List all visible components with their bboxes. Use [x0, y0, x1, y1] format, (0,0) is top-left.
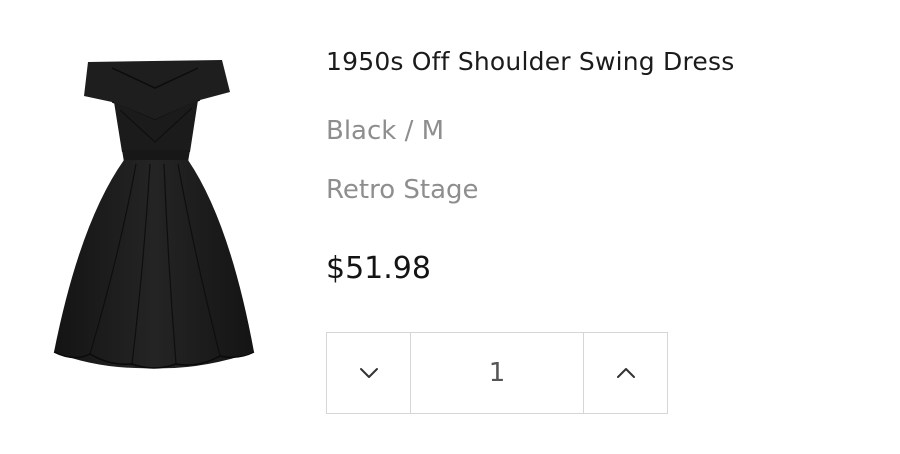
product-variant: Black / M: [326, 116, 445, 146]
increase-quantity-button[interactable]: [583, 333, 667, 413]
quantity-stepper: 1: [326, 332, 668, 414]
product-title: 1950s Off Shoulder Swing Dress: [326, 47, 735, 76]
product-price: $51.98: [326, 251, 431, 286]
dress-image: [53, 60, 255, 369]
decrease-quantity-button[interactable]: [327, 333, 411, 413]
product-image: [40, 52, 270, 382]
chevron-up-icon: [616, 368, 635, 378]
chevron-down-icon: [359, 368, 378, 378]
product-vendor: Retro Stage: [326, 175, 479, 205]
quantity-input[interactable]: 1: [411, 333, 583, 413]
